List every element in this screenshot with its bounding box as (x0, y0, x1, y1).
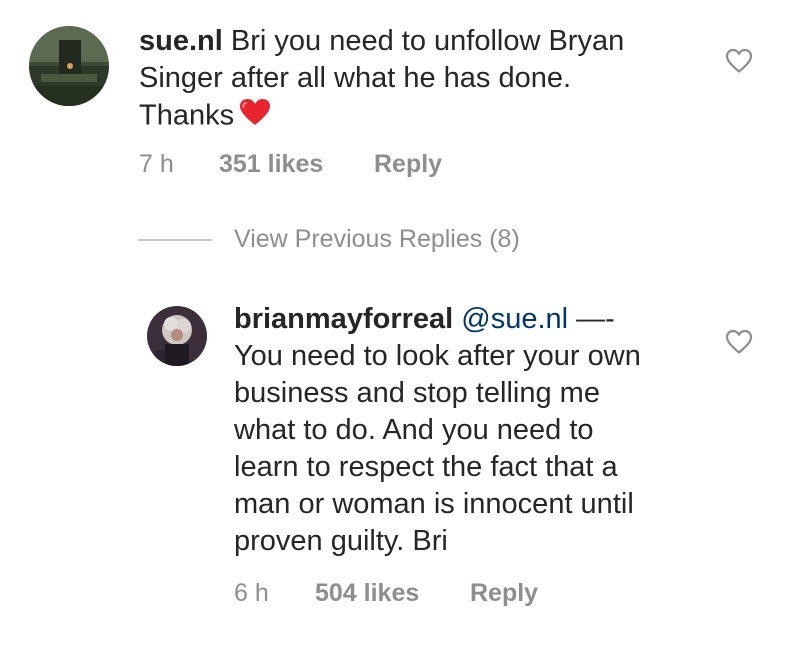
comment-text: sue.nl Bri you need to unfollow Bryan Si… (139, 23, 679, 137)
comment-line: Singer after all what he has done. (139, 62, 572, 94)
comment-meta: 6 h 504 likes Reply (234, 579, 634, 609)
comment-line: You need to look after your own (234, 340, 641, 372)
reply-button[interactable]: Reply (374, 150, 442, 179)
comment-meta: 7 h 351 likes Reply (139, 150, 539, 180)
comment-line: man or woman is innocent until (234, 488, 634, 520)
view-previous-replies-label[interactable]: View Previous Replies (8) (234, 225, 520, 254)
divider-line (138, 239, 212, 241)
comment-line: Bri you need to unfollow Bryan (230, 25, 625, 57)
comment-line: Thanks (139, 99, 235, 132)
comment-text: brianmayforreal @sue.nl —- You need to l… (234, 301, 704, 560)
timestamp: 7 h (139, 150, 174, 178)
username[interactable]: brianmayforreal (234, 303, 453, 335)
comment-line: learn to respect the fact that a (234, 451, 618, 483)
timestamp: 6 h (234, 579, 269, 607)
like-heart-icon[interactable] (724, 327, 754, 357)
comment-line: proven guilty. Bri (234, 525, 448, 557)
dash: —- (576, 303, 615, 335)
mention-link[interactable]: @sue.nl (461, 303, 568, 335)
avatar-sue-nl[interactable] (29, 26, 109, 106)
username[interactable]: sue.nl (139, 25, 223, 57)
reply-button[interactable]: Reply (470, 579, 538, 608)
comment-brianmayforreal: brianmayforreal @sue.nl —- You need to l… (0, 290, 800, 620)
comment-sue-nl: sue.nl Bri you need to unfollow Bryan Si… (0, 0, 800, 200)
red-heart-emoji-icon (238, 97, 272, 137)
comment-line: what to do. And you need to (234, 414, 594, 446)
likes-count[interactable]: 504 likes (315, 579, 419, 608)
comment-line: business and stop telling me (234, 377, 600, 409)
likes-count[interactable]: 351 likes (219, 150, 323, 179)
like-heart-icon[interactable] (724, 46, 754, 76)
avatar-brianmayforreal[interactable] (147, 306, 207, 366)
